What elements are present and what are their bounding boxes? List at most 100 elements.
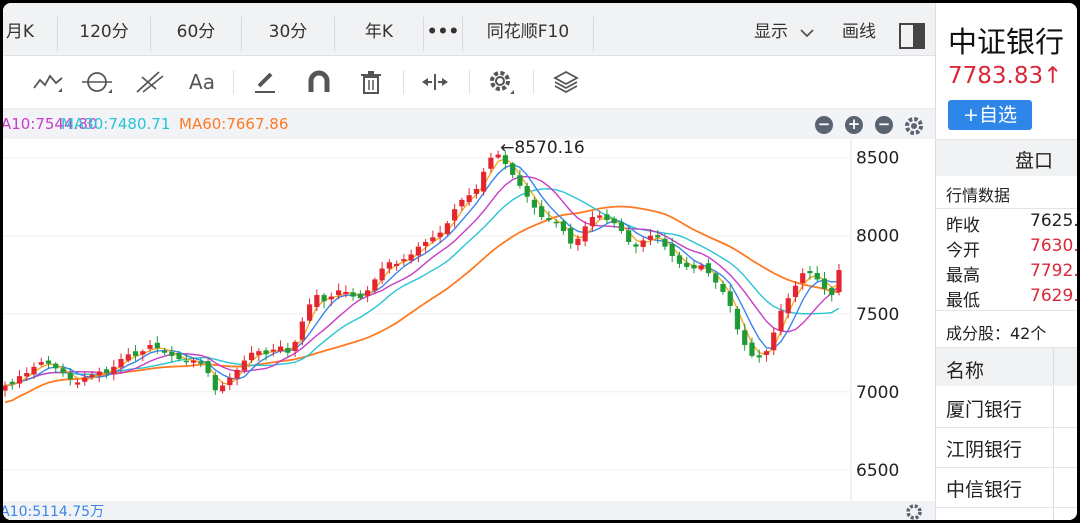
candle-body [299,321,305,340]
tab-f10[interactable]: 同花顺F10 [463,15,593,49]
tab-30min[interactable]: 30分 [242,15,334,49]
candle-body [785,298,791,314]
candle [742,323,748,351]
candle-body [488,157,494,169]
constituents-count: 成分股：42个 [946,324,1047,343]
candle-body [792,285,799,298]
candle [365,286,371,303]
tab-60min[interactable]: 60分 [151,15,241,49]
constituent-row[interactable]: 厦门银行 [936,387,1077,428]
candle-body [277,346,284,352]
tab-120min[interactable]: 120分 [58,15,150,49]
candle [713,271,719,289]
tab-monthly-k[interactable]: 月K [3,15,51,49]
candle-body [321,295,327,302]
add-watchlist-button[interactable]: +自选 [948,100,1032,130]
candle-body [430,237,436,242]
candle-body [227,377,233,386]
more-tabs-button[interactable]: ••• [424,15,462,49]
display-dropdown[interactable]: 显示 [747,15,795,49]
app-window: 月K 120分 60分 30分 年K ••• 同花顺F10 显示 画线 Aa A… [3,3,1077,520]
candle-body [698,265,704,270]
constituent-row[interactable]: 上海银行 [936,507,1077,520]
candle-body [618,222,625,232]
candle-body [285,348,291,353]
volume-ma10-legend: MA10:5114.75万 [3,504,105,520]
draw-line-button[interactable]: 画线 [831,15,887,49]
candle [785,293,791,319]
candle-body [720,283,726,292]
candle-body [560,221,567,232]
candle-body [437,232,443,238]
candle-body [118,359,124,368]
candle-body [604,214,610,221]
volume-gear-icon[interactable] [905,503,923,520]
settings-icon[interactable] [483,64,519,100]
zoom-out-icon[interactable]: − [875,116,893,134]
candle-body [67,372,73,380]
brush-icon[interactable] [247,64,283,100]
column-divider [1053,427,1054,467]
candle-body [16,376,23,384]
candle-body [219,385,226,392]
zoom-in-icon[interactable]: + [845,116,863,134]
kline-chart[interactable]: 8500 8000 7500 7000 6500 ←8570.16 [3,138,935,501]
list-header-name[interactable]: 名称 [946,356,984,383]
candle [437,225,443,243]
candle-body [669,243,675,257]
list-header-row: 名称 [936,348,1077,386]
candle [3,381,8,397]
tab-yearly-k[interactable]: 年K [335,15,423,49]
candle-body [423,241,429,246]
panel-title[interactable]: 盘口 [936,146,1077,173]
candle [510,161,516,179]
trash-icon[interactable] [353,64,389,100]
candle [96,367,102,383]
candle-body [734,308,741,330]
candle-body [640,240,646,247]
width-icon[interactable] [417,64,453,100]
candle-body [539,206,545,218]
candle-body [582,226,588,242]
chevron-down-icon[interactable] [799,28,815,38]
candle [705,258,712,277]
layers-icon[interactable] [548,64,584,100]
fork-icon[interactable] [131,64,167,100]
candle [285,342,291,358]
candle-body [756,355,762,358]
sidebar-toggle-icon[interactable] [898,22,926,50]
ma5-line [4,158,840,387]
candle-body [147,344,153,349]
quote-label: 最低 [946,291,980,311]
period-tab-bar: 月K 120分 60分 30分 年K ••• 同花顺F10 显示 画线 [3,3,935,56]
collapse-icon[interactable]: − [815,116,833,134]
candle-body [132,351,139,356]
candle-body [829,288,835,296]
cycle-icon[interactable] [79,64,115,100]
chart-canvas[interactable]: 8500 8000 7500 7000 6500 ←8570.16 [3,138,935,501]
candle-body [597,215,603,218]
candle-body [466,195,472,203]
constituent-row[interactable]: 江阴银行 [936,427,1077,468]
candle-body [372,279,378,291]
candle-body [263,350,269,355]
magnet-icon[interactable] [301,64,337,100]
candle-body [60,368,66,374]
candle-body [633,244,639,247]
candle-body [821,278,828,289]
candle [763,349,770,362]
volume-legend-bar: MA10:5114.75万 [3,501,935,520]
candle [314,289,320,311]
candle [379,261,385,284]
candle [401,254,407,266]
constituent-name: 上海银行 [946,515,1022,520]
candle-body [328,296,334,300]
candle [169,346,175,363]
text-icon[interactable]: Aa [184,64,220,100]
candle-body [125,354,131,361]
candle-body [531,199,538,208]
trend-line-icon[interactable] [30,64,66,100]
candle [560,219,567,235]
gear-icon[interactable] [903,115,925,137]
constituent-row[interactable]: 中信银行 [936,467,1077,508]
